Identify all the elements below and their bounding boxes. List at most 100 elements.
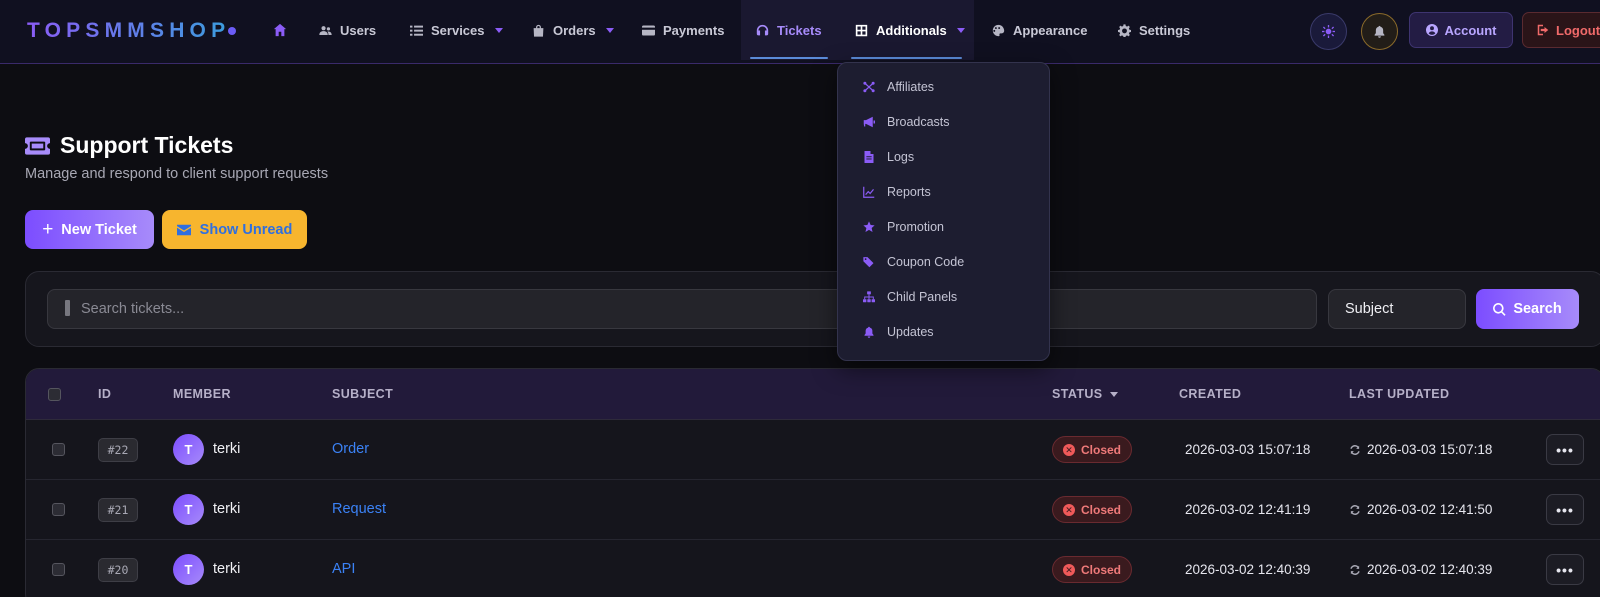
chevron-down-icon: [605, 27, 614, 33]
search-input[interactable]: [47, 289, 1317, 329]
table-row[interactable]: #21 T terki Request ✕ Closed 2026-03-02 …: [26, 480, 1600, 540]
menu-item-label: Updates: [887, 325, 934, 339]
status-badge: ✕ Closed: [1052, 436, 1132, 463]
ticket-id: #22: [98, 438, 138, 462]
new-ticket-label: New Ticket: [61, 221, 137, 238]
users-icon: [319, 25, 332, 35]
brand-logo[interactable]: TOPSMMSHOP: [27, 19, 230, 43]
nav-appearance[interactable]: Appearance: [992, 0, 1087, 60]
account-button[interactable]: Account: [1409, 12, 1513, 48]
table-row[interactable]: #20 T terki API ✕ Closed 2026-03-02 12:4…: [26, 540, 1600, 597]
nav-orders[interactable]: Orders: [532, 0, 614, 60]
show-unread-button[interactable]: Show Unread: [162, 210, 307, 249]
row-actions-button[interactable]: •••: [1546, 494, 1584, 525]
menu-item-label: Affiliates: [887, 80, 935, 94]
menu-item-coupon-code[interactable]: Coupon Code: [838, 247, 1049, 277]
nav-users[interactable]: Users: [319, 0, 376, 60]
search-filter-select[interactable]: Subject: [1328, 289, 1466, 329]
row-checkbox[interactable]: [52, 563, 65, 576]
nav-orders-label: Orders: [553, 22, 596, 38]
logo-dot: [228, 27, 236, 35]
tickets-table: ID MEMBER SUBJECT STATUS CREATED LAST UP…: [25, 368, 1600, 597]
avatar: T: [173, 494, 204, 525]
refresh-icon: [1350, 504, 1360, 515]
member-name[interactable]: terki: [213, 501, 240, 517]
select-all-checkbox[interactable]: [48, 388, 61, 401]
nav-payments[interactable]: Payments: [642, 0, 724, 60]
ticket-id: #21: [98, 498, 138, 522]
sign-out-icon: [1537, 24, 1549, 36]
nav-tickets[interactable]: Tickets: [756, 0, 822, 60]
chevron-down-icon: [956, 27, 965, 33]
header-status-label: STATUS: [1052, 387, 1103, 401]
nav-home[interactable]: [273, 0, 287, 60]
status-label: Closed: [1080, 562, 1121, 577]
menu-item-label: Coupon Code: [887, 255, 965, 269]
nav-services-label: Services: [431, 22, 485, 38]
menu-item-label: Child Panels: [887, 290, 958, 304]
new-ticket-button[interactable]: + New Ticket: [25, 210, 154, 249]
credit-card-icon: [642, 24, 655, 36]
subject-link[interactable]: Request: [332, 501, 386, 517]
status-badge: ✕ Closed: [1052, 556, 1132, 583]
menu-item-promotion[interactable]: Promotion: [838, 212, 1049, 242]
page-header: Support Tickets: [25, 132, 233, 159]
menu-item-label: Reports: [887, 185, 931, 199]
palette-icon: [992, 24, 1005, 36]
menu-item-label: Logs: [887, 150, 915, 164]
updated-date: 2026-03-02 12:41:50: [1349, 502, 1492, 517]
menu-item-label: Broadcasts: [887, 115, 950, 129]
avatar: T: [173, 554, 204, 585]
member-name[interactable]: terki: [213, 441, 240, 457]
nav-additionals[interactable]: Additionals: [855, 0, 965, 60]
account-label: Account: [1444, 22, 1497, 38]
row-checkbox[interactable]: [52, 503, 65, 516]
page-title: Support Tickets: [60, 132, 234, 158]
chevron-down-icon: [494, 27, 503, 33]
table-row[interactable]: #22 T terki Order ✕ Closed 2026-03-03 15…: [26, 420, 1600, 480]
theme-toggle-button[interactable]: [1310, 13, 1347, 50]
row-checkbox[interactable]: [52, 443, 65, 456]
updated-date-text: 2026-03-02 12:40:39: [1367, 562, 1493, 577]
star-icon: [863, 221, 875, 232]
shopping-bag-icon: [533, 24, 544, 37]
nav-settings[interactable]: Settings: [1118, 0, 1190, 60]
created-date: 2026-03-02 12:41:19: [1185, 502, 1311, 517]
row-actions-button[interactable]: •••: [1546, 554, 1584, 585]
updated-date-text: 2026-03-03 15:07:18: [1367, 442, 1493, 457]
subject-link[interactable]: API: [332, 561, 355, 577]
subject-link[interactable]: Order: [332, 441, 369, 457]
nav-payments-label: Payments: [663, 22, 725, 38]
menu-item-logs[interactable]: Logs: [838, 142, 1049, 172]
headset-icon: [756, 24, 769, 35]
member-name[interactable]: terki: [213, 561, 240, 577]
envelope-icon: [176, 224, 191, 235]
show-unread-label: Show Unread: [199, 221, 293, 238]
file-icon: [864, 151, 874, 163]
created-date: 2026-03-03 15:07:18: [1185, 442, 1311, 457]
text-cursor-icon: [65, 300, 70, 316]
menu-item-affiliates[interactable]: Affiliates: [838, 72, 1049, 102]
menu-item-reports[interactable]: Reports: [838, 177, 1049, 207]
row-actions-button[interactable]: •••: [1546, 434, 1584, 465]
menu-item-label: Promotion: [887, 220, 944, 234]
menu-item-broadcasts[interactable]: Broadcasts: [838, 107, 1049, 137]
header-last-updated: LAST UPDATED: [1349, 387, 1450, 401]
nav-tickets-underline: [750, 57, 828, 59]
search-button[interactable]: Search: [1476, 289, 1579, 329]
search-button-label: Search: [1513, 301, 1562, 317]
bullhorn-icon: [863, 116, 875, 128]
notifications-button[interactable]: [1361, 13, 1398, 50]
logout-button[interactable]: Logout: [1522, 12, 1600, 48]
nav-additionals-underline: [851, 57, 962, 59]
nav-additionals-label: Additionals: [876, 22, 947, 38]
status-badge: ✕ Closed: [1052, 496, 1132, 523]
header-status[interactable]: STATUS: [1052, 387, 1118, 401]
home-icon: [273, 23, 287, 37]
ellipsis-icon: •••: [1556, 501, 1574, 518]
menu-item-updates[interactable]: Updates: [838, 317, 1049, 347]
nav-services[interactable]: Services: [410, 0, 503, 60]
header-id: ID: [98, 387, 112, 401]
menu-item-child-panels[interactable]: Child Panels: [838, 282, 1049, 312]
additionals-dropdown-menu: Affiliates Broadcasts Logs Reports Promo…: [837, 62, 1050, 361]
